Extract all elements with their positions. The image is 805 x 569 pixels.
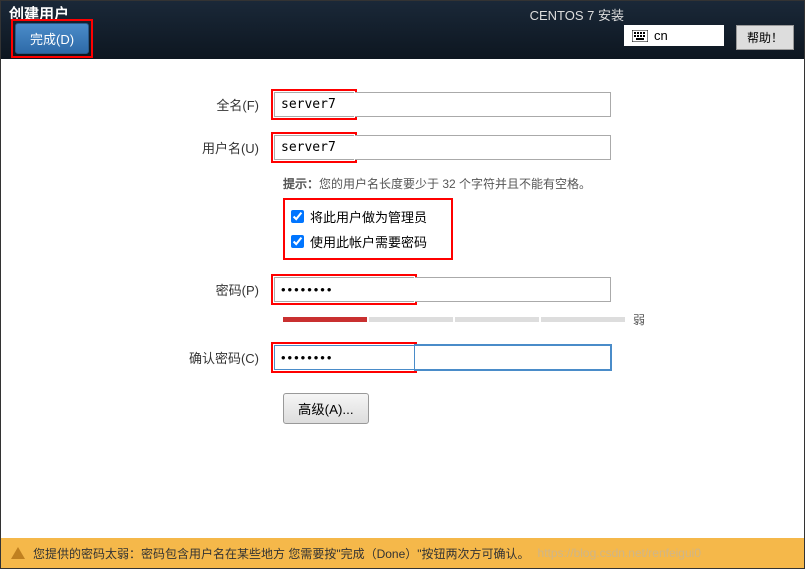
hint-prefix: 提示： (283, 177, 319, 191)
keyboard-icon (632, 30, 648, 42)
form-content: 全名(F) 用户名(U) 提示：您的用户名长度要少于 32 个字符并且不能有空格… (1, 59, 804, 538)
password-input-ext[interactable] (415, 277, 611, 302)
require-password-checkbox[interactable] (291, 235, 304, 248)
fullname-input[interactable] (274, 92, 354, 117)
done-button-highlight: 完成(D) (11, 19, 93, 58)
username-hint: 提示：您的用户名长度要少于 32 个字符并且不能有空格。 (283, 175, 764, 192)
admin-checkbox-row: 将此用户做为管理员 (291, 204, 445, 229)
username-input[interactable] (274, 135, 354, 160)
fullname-row: 全名(F) (41, 89, 764, 120)
installer-title: CENTOS 7 安装 (530, 5, 624, 24)
strength-bar (283, 317, 625, 322)
confirm-row: 确认密码(C) (41, 342, 764, 373)
done-button[interactable]: 完成(D) (15, 23, 89, 54)
strength-seg-3 (455, 317, 539, 322)
password-highlight (271, 274, 417, 305)
strength-seg-4 (541, 317, 625, 322)
installer-window: 创建用户 完成(D) CENTOS 7 安装 cn 帮助！ 全名(F) 用户名(… (0, 0, 805, 569)
confirm-password-input-ext[interactable] (415, 345, 611, 370)
password-label: 密码(P) (41, 280, 271, 299)
fullname-input-ext[interactable] (355, 92, 611, 117)
warning-text: 您提供的密码太弱：密码包含用户名在某些地方 您需要按"完成（Done）"按钮两次… (33, 545, 530, 562)
password-row: 密码(P) (41, 274, 764, 305)
strength-label: 弱 (633, 311, 645, 328)
confirm-label: 确认密码(C) (41, 348, 271, 367)
admin-checkbox-label: 将此用户做为管理员 (310, 207, 427, 226)
hint-text: 您的用户名长度要少于 32 个字符并且不能有空格。 (319, 177, 591, 191)
username-row: 用户名(U) (41, 132, 764, 163)
confirm-highlight (271, 342, 417, 373)
username-label: 用户名(U) (41, 138, 271, 157)
require-password-label: 使用此帐户需要密码 (310, 232, 427, 251)
confirm-password-input[interactable] (274, 345, 414, 370)
header-bar: 创建用户 完成(D) CENTOS 7 安装 cn 帮助！ (1, 1, 804, 59)
password-input[interactable] (274, 277, 414, 302)
checkbox-group-highlight: 将此用户做为管理员 使用此帐户需要密码 (283, 198, 453, 260)
strength-seg-2 (369, 317, 453, 322)
password-strength: 弱 (283, 311, 764, 328)
keyboard-layout-label: cn (654, 28, 668, 43)
strength-seg-1 (283, 317, 367, 322)
reqpw-checkbox-row: 使用此帐户需要密码 (291, 229, 445, 254)
username-input-ext[interactable] (355, 135, 611, 160)
admin-checkbox[interactable] (291, 210, 304, 223)
fullname-label: 全名(F) (41, 95, 271, 114)
warning-bar: 您提供的密码太弱：密码包含用户名在某些地方 您需要按"完成（Done）"按钮两次… (1, 538, 804, 568)
watermark-text: https://blog.csdn.net/renfeigui0 (538, 546, 701, 560)
help-button[interactable]: 帮助！ (736, 25, 794, 50)
fullname-highlight (271, 89, 357, 120)
warning-icon (11, 547, 25, 559)
keyboard-indicator[interactable]: cn (624, 25, 724, 46)
username-highlight (271, 132, 357, 163)
advanced-button[interactable]: 高级(A)... (283, 393, 369, 424)
